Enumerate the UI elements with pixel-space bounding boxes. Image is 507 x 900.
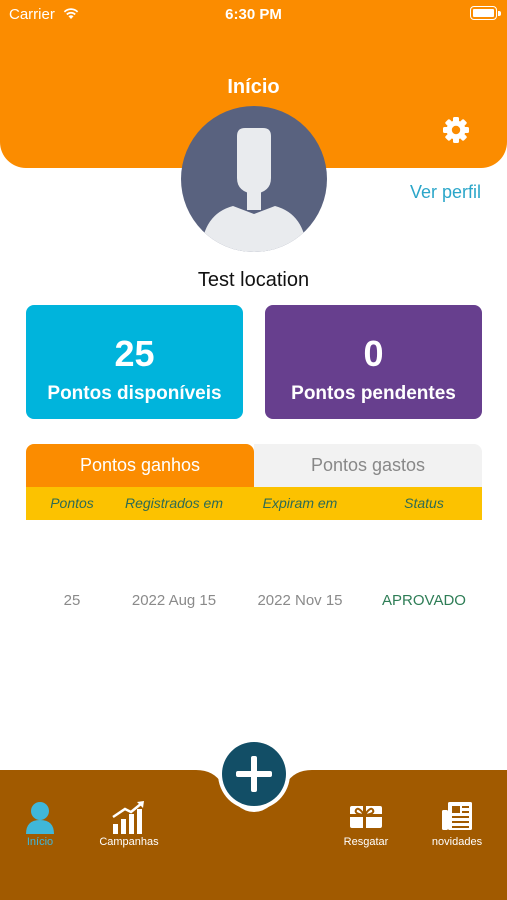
cell-registered: 2022 Aug 15 <box>131 592 217 609</box>
pending-points-value: 0 <box>363 333 384 374</box>
gear-icon[interactable] <box>441 115 471 145</box>
cell-status: APROVADO <box>382 592 466 609</box>
user-icon <box>26 802 54 834</box>
column-header-status: Status <box>404 495 444 511</box>
clock: 6:30 PM <box>225 6 282 23</box>
nav-label-news: novidades <box>431 836 483 848</box>
available-points-card: 25 Pontos disponíveis <box>26 305 243 419</box>
tab-points-spent[interactable]: Pontos gastos <box>254 444 482 487</box>
page-title: Início <box>227 76 280 98</box>
column-header-points: Pontos <box>50 495 94 511</box>
nav-item-redeem[interactable]: Resgatar <box>321 800 411 848</box>
gift-card-icon <box>350 806 382 828</box>
avatar[interactable] <box>181 106 327 252</box>
view-profile-link[interactable]: Ver perfil <box>410 182 481 203</box>
cell-expires: 2022 Nov 15 <box>257 592 343 609</box>
status-bar: Carrier 6:30 PM <box>0 0 507 30</box>
column-header-registered: Registrados em <box>124 495 224 511</box>
chart-growth-icon <box>112 801 144 834</box>
nav-item-news[interactable]: novidades <box>412 800 502 848</box>
column-header-expires: Expiram em <box>262 495 338 511</box>
cell-points: 25 <box>63 592 81 609</box>
pending-points-label: Pontos pendentes <box>291 383 456 404</box>
nav-label-redeem: Resgatar <box>343 836 389 848</box>
news-icon <box>442 802 472 830</box>
nav-label-home: Início <box>26 836 54 848</box>
points-tabs: Pontos ganhos Pontos gastos <box>26 444 482 487</box>
battery-icon <box>470 6 501 20</box>
tab-points-earned[interactable]: Pontos ganhos <box>26 444 254 487</box>
pending-points-card: 0 Pontos pendentes <box>265 305 482 419</box>
person-silhouette-icon <box>201 128 307 252</box>
available-points-label: Pontos disponíveis <box>47 383 222 404</box>
table-row: 25 2022 Aug 15 2022 Nov 15 APROVADO <box>26 586 482 616</box>
nav-item-home[interactable]: Início <box>0 800 85 848</box>
plus-icon <box>236 756 272 792</box>
add-button[interactable] <box>218 738 290 810</box>
nav-item-campaigns[interactable]: Campanhas <box>84 800 174 848</box>
location-name: Test location <box>197 269 310 291</box>
available-points-value: 25 <box>114 333 155 374</box>
nav-label-campaigns: Campanhas <box>99 836 159 848</box>
table-header: Pontos Registrados em Expiram em Status <box>26 487 482 520</box>
